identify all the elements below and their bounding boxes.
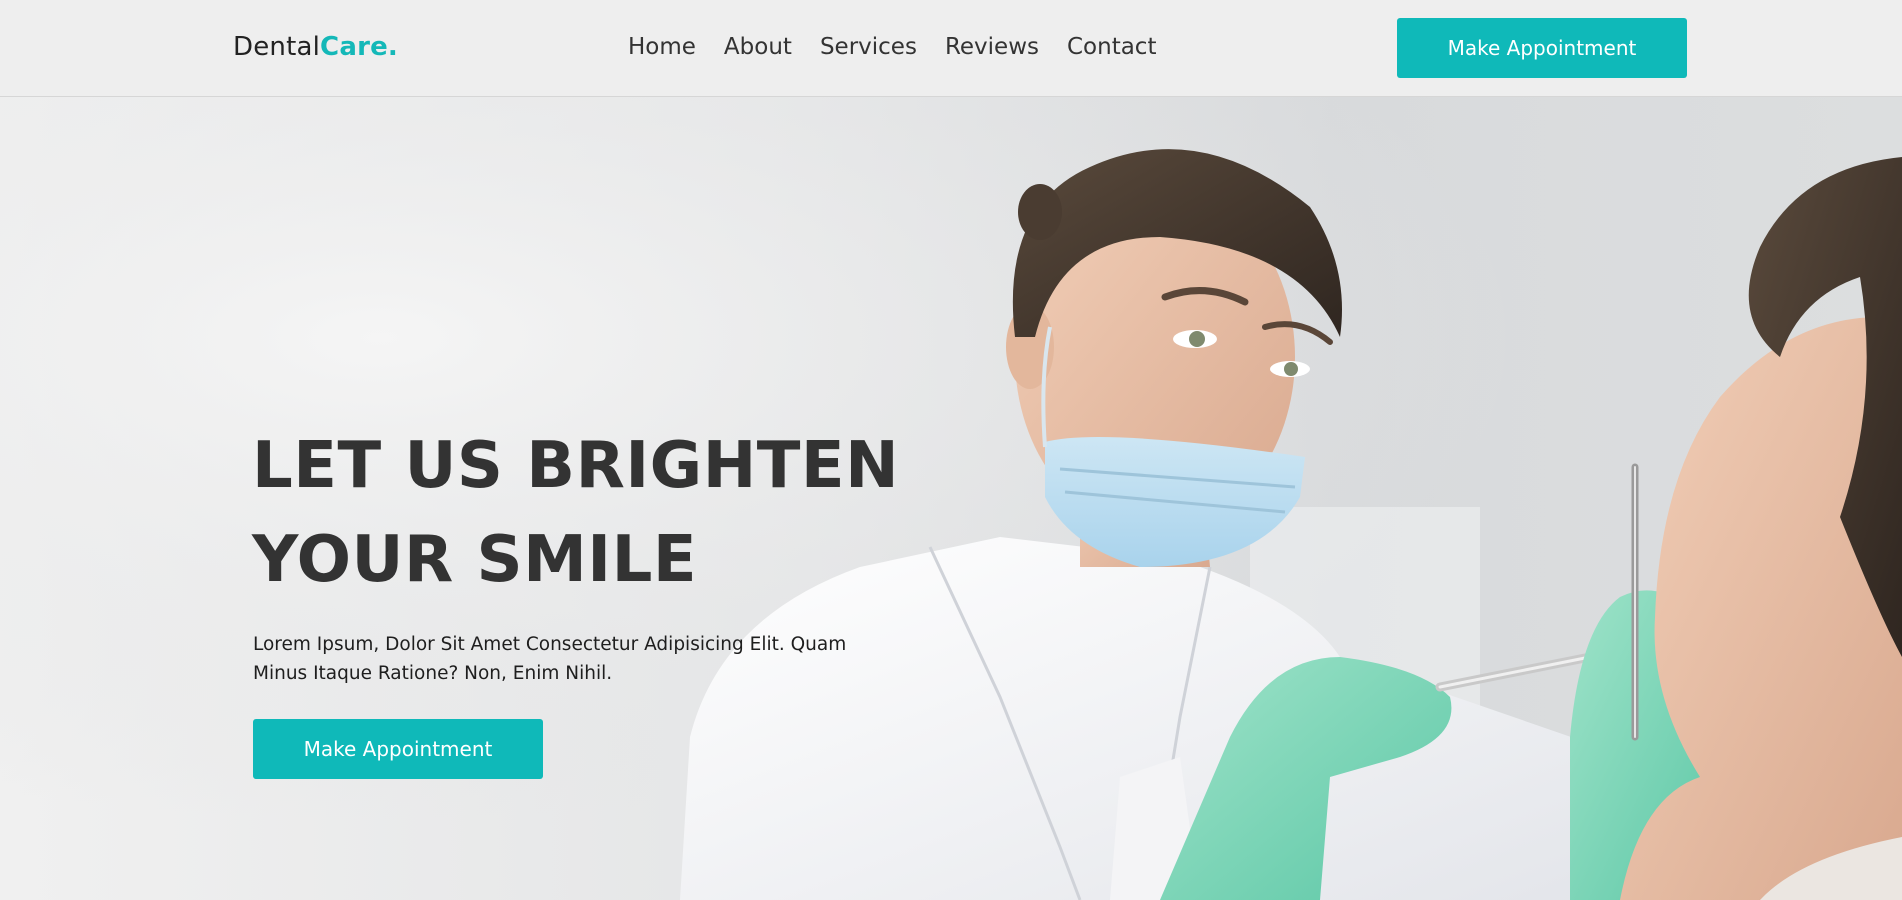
nav-item-home[interactable]: Home (628, 34, 696, 60)
nav-item-contact[interactable]: Contact (1067, 34, 1156, 60)
hero-section: LET US BRIGHTEN YOUR SMILE Lorem Ipsum, … (0, 97, 1902, 900)
hero-title-line-2: YOUR SMILE (252, 523, 698, 597)
hero-title: LET US BRIGHTEN YOUR SMILE (252, 419, 899, 607)
header-appointment-button[interactable]: Make Appointment (1397, 18, 1687, 78)
nav-item-about[interactable]: About (724, 34, 792, 60)
site-header: DentalCare. Home About Services Reviews … (0, 0, 1902, 97)
logo-main-text: Dental (233, 32, 321, 62)
nav-item-reviews[interactable]: Reviews (945, 34, 1039, 60)
nav-item-services[interactable]: Services (820, 34, 917, 60)
logo[interactable]: DentalCare. (233, 32, 398, 62)
hero-appointment-button[interactable]: Make Appointment (253, 719, 543, 779)
hero-description: Lorem Ipsum, Dolor Sit Amet Consectetur … (253, 634, 847, 684)
logo-accent-text: Care. (320, 32, 399, 62)
main-nav: Home About Services Reviews Contact (628, 34, 1156, 60)
hero-title-line-1: LET US BRIGHTEN (252, 429, 900, 503)
